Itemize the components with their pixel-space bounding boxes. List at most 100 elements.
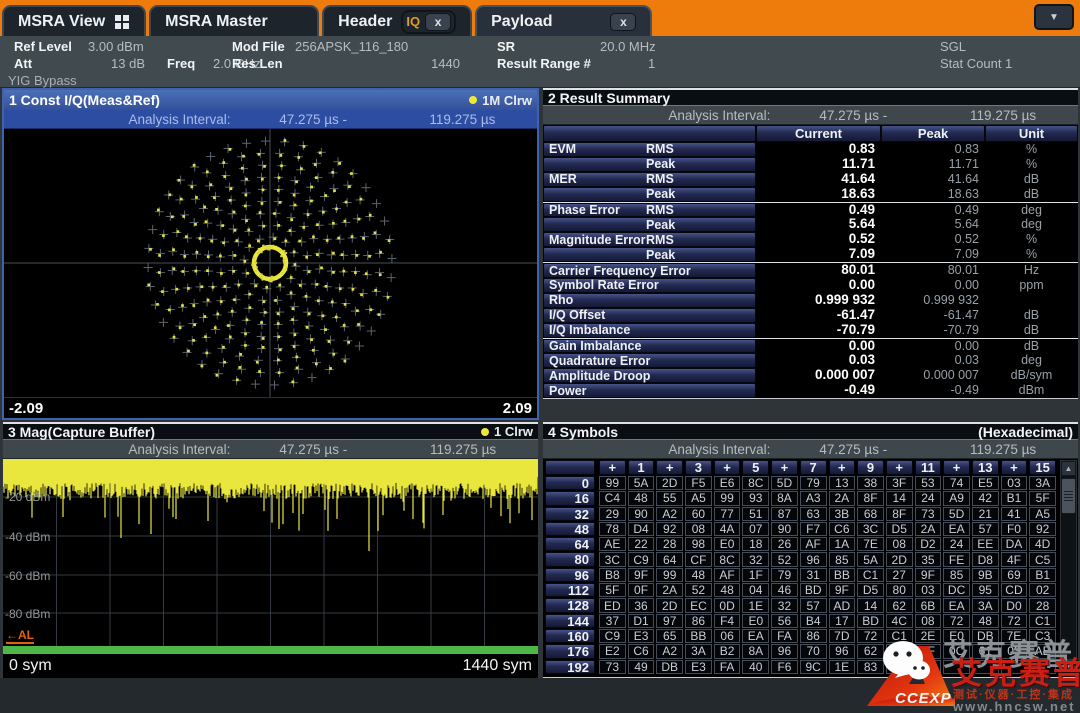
window3-titlebar[interactable]: 3 Mag(Capture Buffer) 1 Clrw	[3, 422, 538, 440]
y-axis-label: -40 dBm	[5, 530, 50, 544]
scrollbar-thumb[interactable]	[1061, 478, 1076, 514]
analysis-interval-bar: Analysis Interval: 47.275 µs - 119.275 µ…	[3, 440, 538, 459]
symbol-hex-cell: 3C	[857, 522, 884, 536]
symbol-hex-cell: 3A	[685, 644, 712, 658]
symbol-hex-cell: 18	[742, 537, 769, 551]
freq-label: Freq	[167, 56, 195, 71]
y-axis-label: -60 dBm	[5, 569, 50, 583]
symbol-hex-cell: C9	[628, 552, 655, 566]
res-len-value[interactable]: 1440	[380, 56, 460, 71]
constellation-plot[interactable]	[4, 129, 537, 397]
symbol-hex-cell: E3	[628, 629, 655, 643]
x-axis-min: -2.09	[9, 400, 43, 417]
result-current-value: 0.00	[756, 278, 881, 293]
result-name: Rho	[543, 293, 756, 308]
symbol-hex-cell: 5A	[857, 552, 884, 566]
iq-close-group: IQ x	[401, 10, 456, 34]
symbol-hex-cell: 98	[685, 537, 712, 551]
att-value[interactable]: 13 dB	[60, 56, 145, 71]
result-unit: deg	[985, 203, 1078, 218]
tab-payload[interactable]: Payload x	[475, 5, 652, 36]
result-peak-value: 41.64	[881, 172, 985, 187]
interval-label: Analysis Interval:	[543, 442, 778, 457]
measurement-header: Ref Level 3.00 dBm Att 13 dB Freq 2.0 GH…	[0, 36, 1080, 88]
result-unit: dB/sym	[985, 368, 1078, 383]
result-name: Gain Imbalance	[543, 339, 756, 354]
symbol-hex-cell: 9F	[915, 568, 942, 582]
x-axis-max: 2.09	[503, 400, 532, 417]
symbol-hex-cell: 08	[886, 537, 913, 551]
symbol-hex-cell: 78	[599, 522, 626, 536]
result-peak-value: 80.01	[881, 263, 985, 278]
symbol-hex-cell: 07	[742, 522, 769, 536]
chevron-down-icon: ▼	[1049, 12, 1059, 23]
symbol-hex-cell: 32	[771, 598, 798, 612]
tab-msra-master[interactable]: MSRA Master	[149, 5, 319, 36]
close-icon[interactable]: x	[425, 13, 451, 31]
sgl-indicator: SGL	[940, 39, 966, 54]
tab-header[interactable]: Header IQ x	[322, 5, 472, 36]
window4-titlebar[interactable]: 4 Symbols (Hexadecimal)	[543, 422, 1078, 440]
result-unit: deg	[985, 353, 1078, 368]
symbol-hex-cell: D5	[886, 522, 913, 536]
result-subname: Peak	[646, 188, 675, 201]
symbols-row: 1125F0F2A52480446BD9FD58003DC95CD02	[545, 583, 1056, 597]
mod-file-value[interactable]: 256APSK_116_180	[295, 39, 408, 54]
toolbar-dropdown-button[interactable]: ▼	[1034, 4, 1074, 30]
result-row: EVMRMS0.830.83%	[543, 142, 1078, 157]
symbol-hex-cell: 5F	[1029, 491, 1056, 505]
symbol-hex-cell: 52	[685, 583, 712, 597]
column-header-peak: Peak	[881, 125, 985, 142]
interval-to: 119.275 µs	[928, 108, 1078, 123]
symbols-row-index: 192	[545, 660, 595, 674]
symbol-hex-cell: 97	[656, 614, 683, 628]
symbols-row-index: 112	[545, 583, 595, 597]
symbol-hex-cell: 38	[857, 476, 884, 490]
sr-value[interactable]: 20.0 MHz	[600, 39, 656, 54]
result-row: MERRMS41.6441.64dB	[543, 172, 1078, 187]
symbol-hex-cell: 8C	[714, 552, 741, 566]
symbol-hex-cell: 5D	[771, 476, 798, 490]
result-unit: dB	[985, 187, 1078, 202]
result-current-value: 7.09	[756, 247, 881, 262]
symbol-hex-cell: A3	[800, 491, 827, 505]
symbols-column-header: +	[943, 460, 970, 475]
symbol-hex-cell: 2A	[656, 583, 683, 597]
close-icon[interactable]: x	[610, 13, 636, 31]
ref-level-value[interactable]: 3.00 dBm	[88, 39, 144, 54]
symbols-column-header: 11	[915, 460, 942, 475]
result-unit: %	[985, 247, 1078, 262]
result-peak-value: -0.49	[881, 383, 985, 398]
y-axis-label: -80 dBm	[5, 607, 50, 621]
result-current-value: 0.00	[756, 339, 881, 354]
symbol-hex-cell: 53	[915, 476, 942, 490]
column-header-unit: Unit	[985, 125, 1078, 142]
result-name: Symbol Rate Error	[543, 278, 756, 293]
symbols-row-index: 32	[545, 507, 595, 521]
result-range-value[interactable]: 1	[648, 56, 655, 71]
tab-msra-view[interactable]: MSRA View	[2, 5, 146, 36]
window1-titlebar[interactable]: 1 Const I/Q(Meas&Ref) 1M Clrw	[4, 90, 537, 110]
scroll-up-button[interactable]: ▲	[1061, 461, 1076, 476]
result-peak-value: 0.52	[881, 232, 985, 247]
result-row: Carrier Frequency Error80.0180.01Hz	[543, 263, 1078, 278]
att-label: Att	[14, 56, 32, 71]
symbol-hex-cell: 04	[742, 583, 769, 597]
interval-label: Analysis Interval:	[3, 442, 238, 457]
symbol-hex-cell: 79	[800, 476, 827, 490]
result-subname: Peak	[646, 248, 675, 261]
symbol-hex-cell: F6	[771, 660, 798, 674]
window2-titlebar[interactable]: 2 Result Summary	[543, 88, 1078, 106]
symbol-hex-cell: 46	[771, 583, 798, 597]
symbol-hex-cell: E0	[714, 537, 741, 551]
symbol-hex-cell: DC	[943, 583, 970, 597]
analysis-interval-bar: Analysis Interval: 47.275 µs - 119.275 µ…	[4, 110, 537, 129]
symbol-hex-cell: D0	[1001, 598, 1028, 612]
y-axis-label: -20 dBm	[5, 490, 50, 504]
magnitude-plot[interactable]: -20 dBm -40 dBm -60 dBm -80 dBm ←AL	[3, 459, 538, 654]
symbol-hex-cell: 0D	[714, 598, 741, 612]
result-unit: %	[985, 142, 1078, 157]
symbols-row-index: 64	[545, 537, 595, 551]
result-name: Amplitude Droop	[543, 368, 756, 383]
result-table-header: Current Peak Unit	[543, 125, 1078, 142]
